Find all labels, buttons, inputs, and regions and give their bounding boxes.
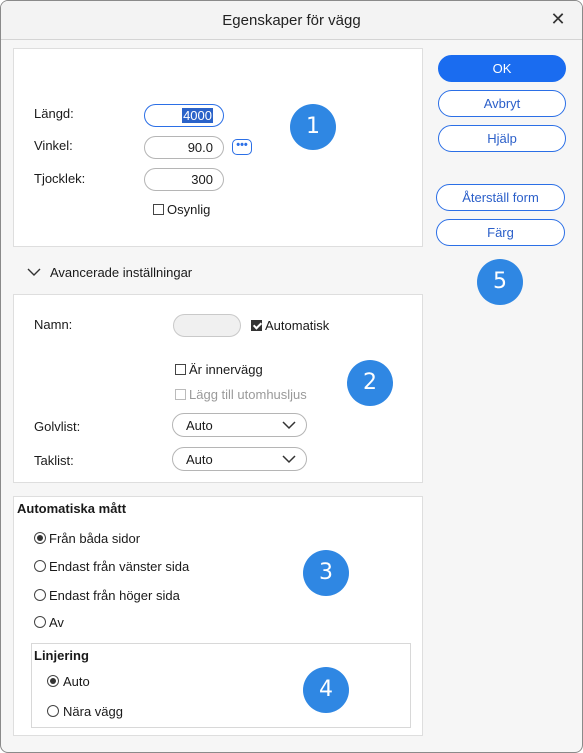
length-label: Längd: (34, 106, 74, 121)
cancel-button[interactable]: Avbryt (438, 90, 566, 117)
invisible-checkbox[interactable] (153, 204, 164, 215)
angle-label: Vinkel: (34, 138, 73, 153)
color-button[interactable]: Färg (436, 219, 565, 246)
radio-align-near[interactable] (47, 705, 59, 717)
close-icon[interactable]: ✕ (546, 7, 570, 31)
chevron-down-icon (282, 421, 296, 430)
outdoor-light-label: Lägg till utomhusljus (189, 387, 307, 402)
invisible-label: Osynlig (167, 202, 211, 217)
more-dots-icon[interactable]: ••• (232, 139, 252, 155)
badge-3: 3 (303, 550, 349, 596)
name-input[interactable] (173, 314, 241, 337)
radio-left-side[interactable] (34, 560, 46, 572)
title-bar: Egenskaper för vägg ✕ (1, 1, 582, 40)
badge-1: 1 (290, 104, 336, 150)
angle-input[interactable]: 90.0 (144, 136, 224, 159)
badge-2: 2 (347, 360, 393, 406)
thickness-label: Tjocklek: (34, 171, 86, 186)
name-label: Namn: (34, 317, 73, 332)
ok-button[interactable]: OK (438, 55, 566, 82)
skirting-dropdown[interactable]: Auto (172, 413, 307, 437)
radio-off[interactable] (34, 616, 46, 628)
auto-dimensions-heading: Automatiska mått (17, 501, 127, 516)
badge-5: 5 (477, 259, 523, 305)
outdoor-light-checkbox (175, 389, 186, 400)
radio-right-side-label: Endast från höger sida (49, 588, 180, 603)
inner-wall-label: Är innervägg (189, 362, 263, 377)
radio-both-sides[interactable] (34, 532, 46, 544)
length-value: 4000 (182, 108, 213, 123)
window-title: Egenskaper för vägg (222, 12, 361, 29)
ceiling-label: Taklist: (34, 453, 74, 468)
alignment-heading: Linjering (34, 648, 89, 663)
chevron-down-icon[interactable] (27, 267, 41, 277)
skirting-label: Golvlist: (34, 419, 81, 434)
radio-align-auto-label: Auto (63, 674, 90, 689)
badge-4: 4 (303, 667, 349, 713)
help-button[interactable]: Hjälp (438, 125, 566, 152)
reset-shape-button[interactable]: Återställ form (436, 184, 565, 211)
automatic-checkbox[interactable] (251, 320, 262, 331)
wall-properties-dialog: Egenskaper för vägg ✕ Längd: 4000 Vinkel… (0, 0, 583, 753)
radio-align-near-label: Nära vägg (63, 704, 123, 719)
radio-left-side-label: Endast från vänster sida (49, 559, 190, 574)
ceiling-value: Auto (186, 452, 213, 467)
thickness-input[interactable]: 300 (144, 168, 224, 191)
radio-off-label: Av (49, 615, 64, 630)
chevron-down-icon (282, 455, 296, 464)
radio-right-side[interactable] (34, 589, 46, 601)
ceiling-dropdown[interactable]: Auto (172, 447, 307, 471)
inner-wall-checkbox[interactable] (175, 364, 186, 375)
length-input[interactable]: 4000 (144, 104, 224, 127)
skirting-value: Auto (186, 418, 213, 433)
radio-align-auto[interactable] (47, 675, 59, 687)
radio-both-sides-label: Från båda sidor (49, 531, 141, 546)
advanced-settings-toggle[interactable]: Avancerade inställningar (50, 265, 192, 280)
automatic-label: Automatisk (265, 318, 330, 333)
